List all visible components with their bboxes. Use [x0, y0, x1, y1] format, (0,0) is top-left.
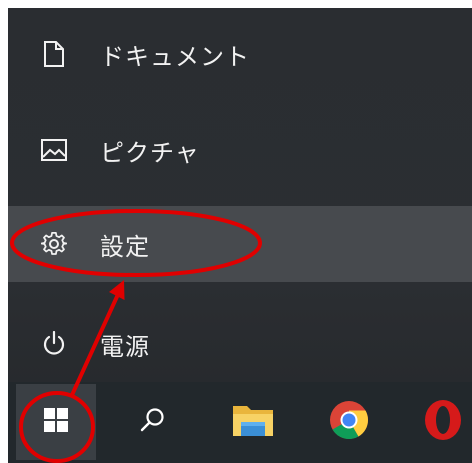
- menu-item-pictures[interactable]: ピクチャ: [8, 112, 472, 188]
- menu-item-settings[interactable]: 設定: [8, 206, 472, 282]
- power-icon: [40, 330, 68, 358]
- chrome-button[interactable]: [314, 384, 384, 460]
- pictures-icon: [40, 136, 68, 164]
- search-button[interactable]: [118, 384, 188, 460]
- search-icon: [140, 407, 166, 437]
- chrome-icon: [329, 400, 369, 444]
- opera-button[interactable]: [408, 384, 472, 460]
- taskbar: [8, 382, 472, 463]
- menu-item-documents[interactable]: ドキュメント: [8, 16, 472, 92]
- menu-item-label: ピクチャ: [100, 138, 200, 167]
- menu-item-label: 設定: [100, 232, 150, 261]
- menu-item-label: ドキュメント: [100, 42, 250, 71]
- windows-start-icon: [43, 407, 69, 437]
- file-explorer-button[interactable]: [218, 384, 288, 460]
- start-menu-screen: ドキュメント ピクチャ 設定 電源: [8, 8, 472, 463]
- start-button[interactable]: [16, 384, 96, 460]
- file-explorer-icon: [231, 400, 275, 444]
- menu-item-power[interactable]: 電源: [8, 306, 472, 382]
- document-icon: [40, 40, 68, 68]
- menu-item-label: 電源: [100, 332, 150, 361]
- opera-icon: [423, 398, 463, 446]
- gear-icon: [40, 230, 68, 258]
